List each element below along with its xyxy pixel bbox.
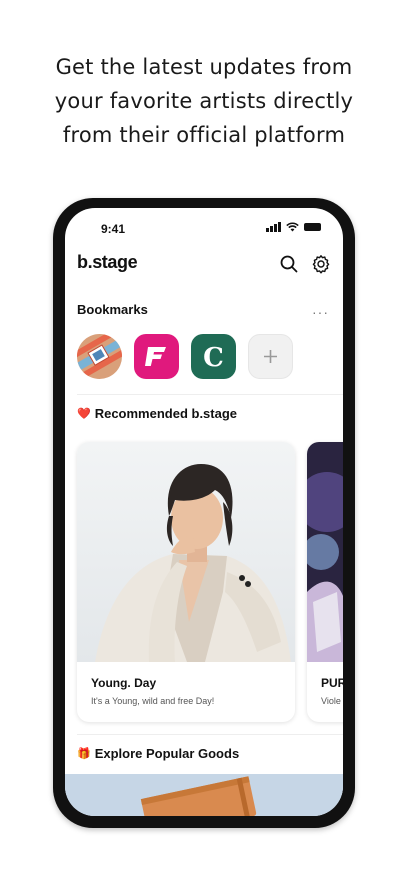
recommended-title: Recommended b.stage (94, 406, 238, 421)
recommended-card[interactable]: Young. Day It's a Young, wild and free D… (77, 442, 295, 722)
app-header: b.stage (65, 246, 343, 282)
status-icons (266, 222, 321, 232)
battery-icon (304, 223, 321, 231)
gear-icon[interactable] (311, 254, 331, 274)
goods-banner-image[interactable] (65, 774, 343, 816)
artist-portrait-image (77, 442, 295, 662)
section-divider (77, 394, 343, 395)
bookmark-c-logo[interactable]: C (191, 334, 236, 379)
artwork-thumbnail-icon (77, 334, 122, 379)
search-icon[interactable] (279, 254, 299, 274)
status-time: 9:41 (101, 222, 126, 236)
c-logo-icon: C (203, 343, 224, 373)
gift-icon: 🎁 (77, 748, 91, 760)
bookmark-f-logo[interactable] (134, 334, 179, 379)
svg-text:C: C (203, 343, 224, 373)
bookmarks-row: C (77, 334, 293, 379)
cellular-signal-icon (266, 222, 281, 232)
card-subtitle: Viole (321, 696, 341, 706)
wifi-icon (286, 222, 299, 232)
plus-icon (264, 350, 277, 363)
recommended-section-header: ❤️ Recommended b.stage (77, 406, 237, 421)
marketing-headline: Get the latest updates from your favorit… (0, 50, 408, 152)
goods-section-header: 🎁 Explore Popular Goods (77, 746, 239, 761)
phone-frame: 9:41 b.stage Bookmarks ··· C ❤️ Recommen… (53, 198, 355, 828)
goods-title: Explore Popular Goods (94, 746, 240, 761)
add-bookmark-button[interactable] (248, 334, 293, 379)
bookmarks-more-button[interactable]: ··· (312, 304, 329, 320)
heart-icon: ❤️ (77, 408, 91, 420)
app-logo: b.stage (77, 252, 138, 272)
artist-photo (307, 442, 343, 662)
artist-photo (77, 442, 295, 662)
notebook-product-image (65, 774, 343, 816)
bookmarks-title: Bookmarks (77, 302, 148, 317)
card-title: PUR (321, 676, 343, 690)
card-title: Young. Day (91, 676, 157, 690)
bookmark-artwork-thumbnail[interactable] (77, 334, 122, 379)
headline-line-3: from their official platform (62, 123, 346, 147)
card-subtitle: It's a Young, wild and free Day! (91, 696, 215, 706)
phone-screen: 9:41 b.stage Bookmarks ··· C ❤️ Recommen… (65, 208, 343, 816)
headline-line-1: Get the latest updates from (55, 55, 353, 79)
status-bar: 9:41 (65, 208, 343, 244)
recommended-card[interactable]: PUR Viole (307, 442, 343, 722)
f-logo-icon (145, 347, 166, 366)
concert-photo-image (307, 442, 343, 662)
headline-line-2: your favorite artists directly (54, 89, 354, 113)
section-divider (77, 734, 343, 735)
